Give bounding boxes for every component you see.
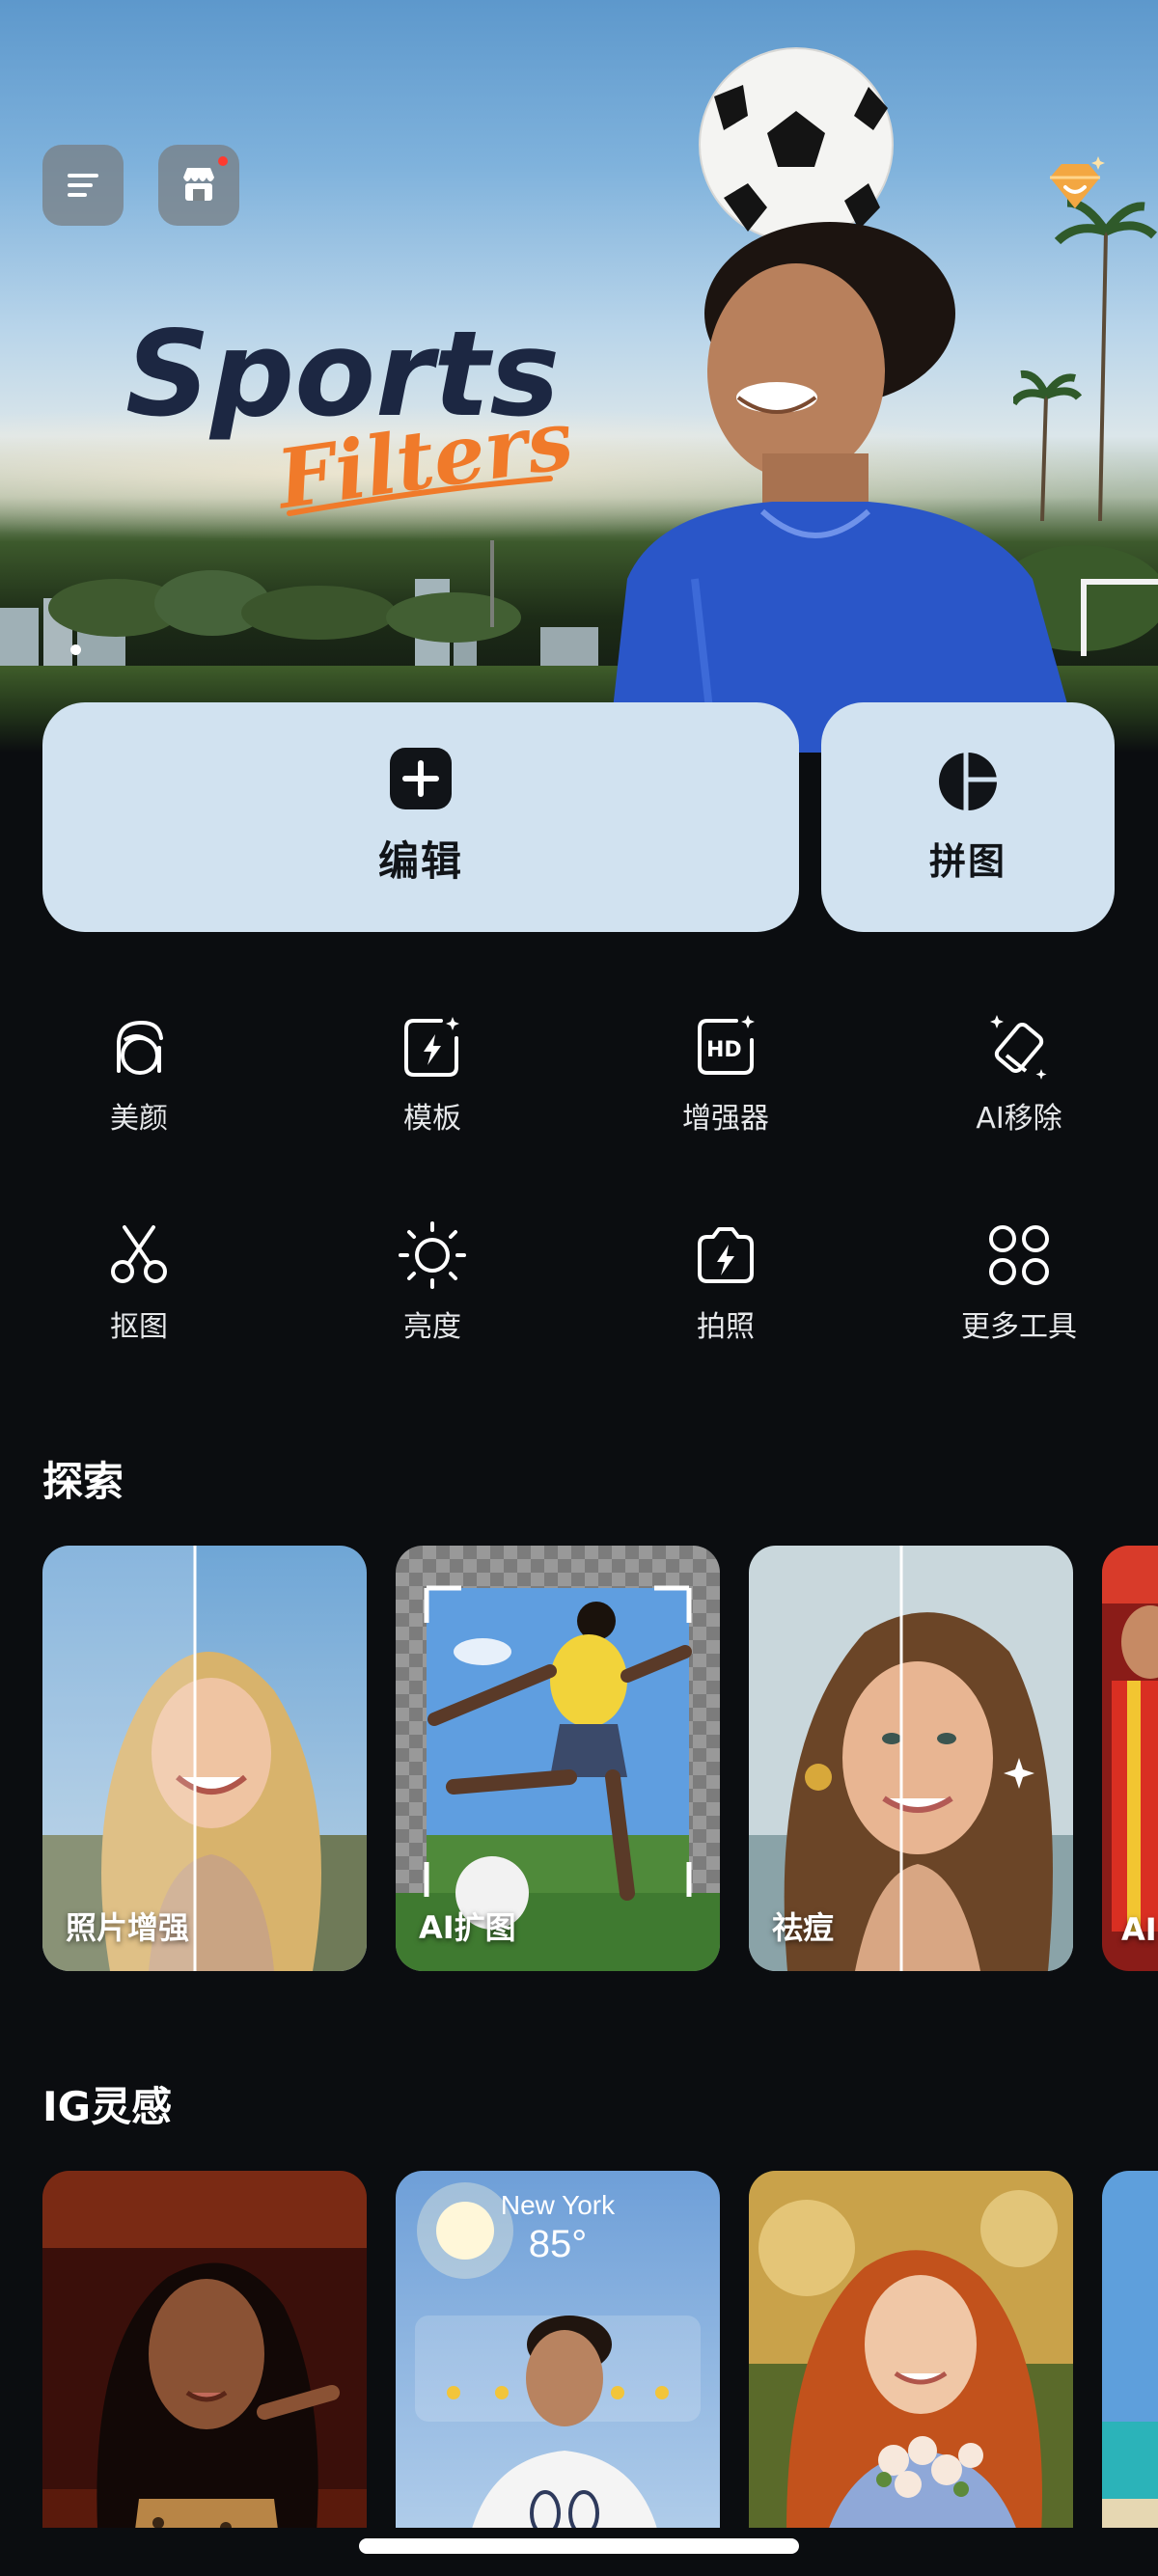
tool-ai-remove[interactable]: AI移除	[903, 1013, 1135, 1137]
collage-icon	[939, 752, 997, 810]
tool-more[interactable]: 更多工具	[903, 1221, 1135, 1345]
explore-title: 探索	[42, 1458, 124, 1505]
explore-caption: AI	[1121, 1911, 1157, 1948]
collage-label: 拼图	[928, 839, 1006, 883]
fan-photo	[1102, 1546, 1158, 1971]
notification-dot	[218, 156, 228, 166]
plus-square-icon	[390, 747, 452, 809]
explore-card-acne[interactable]: 祛痘	[749, 1546, 1073, 1971]
store-icon	[183, 168, 214, 201]
eraser-icon	[990, 1015, 1047, 1080]
tool-label: 拍照	[697, 1310, 755, 1344]
hero-banner[interactable]: Sports Filters	[0, 0, 1158, 753]
camera-icon	[698, 1227, 754, 1283]
ig-card-beach[interactable]	[1102, 2171, 1158, 2576]
home-indicator[interactable]	[359, 2538, 799, 2554]
weather-temperature: 85°	[528, 2223, 588, 2265]
explore-card-expand[interactable]: AI扩图	[396, 1546, 720, 1971]
ig-card-flowers[interactable]	[749, 2171, 1073, 2576]
menu-lines-icon	[68, 174, 98, 197]
tool-label: 美颜	[110, 1102, 168, 1136]
menu-button[interactable]	[42, 145, 124, 226]
flowers-photo	[749, 2171, 1073, 2576]
tool-template[interactable]: 模板	[317, 1013, 548, 1137]
tool-enhancer[interactable]: HD 增强器	[610, 1013, 841, 1137]
store-button[interactable]	[158, 145, 239, 226]
tool-label: AI移除	[976, 1102, 1062, 1136]
brightness-icon	[399, 1221, 466, 1289]
ig-card-portrait[interactable]	[42, 2171, 367, 2576]
tool-label: 更多工具	[961, 1310, 1077, 1344]
player-illustration	[608, 47, 1081, 753]
edit-label: 编辑	[377, 836, 463, 885]
portrait-photo	[42, 2171, 367, 2576]
scissors-icon	[111, 1225, 167, 1283]
explore-card-ai[interactable]: AI	[1102, 1546, 1158, 1971]
collage-card[interactable]: 拼图	[821, 702, 1115, 932]
vip-diamond-icon[interactable]	[1040, 152, 1110, 222]
weather-city: New York	[500, 2190, 616, 2220]
tool-label: 增强器	[682, 1102, 769, 1136]
explore-caption: 祛痘	[772, 1909, 835, 1946]
beach-photo	[1102, 2171, 1158, 2576]
hd-enhance-icon: HD	[698, 1015, 755, 1075]
more-tools-icon	[989, 1225, 1049, 1285]
tool-camera[interactable]: 拍照	[610, 1221, 841, 1345]
explore-caption: AI扩图	[419, 1909, 516, 1946]
svg-text:HD: HD	[706, 1038, 742, 1062]
explore-card-enhance[interactable]: 照片增强	[42, 1546, 367, 1971]
tool-label: 亮度	[403, 1310, 461, 1344]
ig-card-weather[interactable]: New York 85°	[396, 2171, 720, 2576]
tool-cutout[interactable]: 抠图	[23, 1221, 255, 1345]
sports-filters-logo: Sports Filters	[125, 309, 579, 528]
edit-card[interactable]: 编辑	[42, 702, 799, 932]
explore-caption: 照片增强	[66, 1909, 190, 1946]
carousel-indicator	[70, 644, 81, 655]
template-icon	[404, 1017, 459, 1077]
ig-title: IG灵感	[42, 2083, 173, 2130]
tool-label: 抠图	[110, 1310, 168, 1344]
face-beauty-icon	[117, 1020, 163, 1075]
tool-beauty[interactable]: 美颜	[23, 1013, 255, 1137]
tool-label: 模板	[403, 1102, 461, 1136]
tool-brightness[interactable]: 亮度	[317, 1221, 548, 1345]
